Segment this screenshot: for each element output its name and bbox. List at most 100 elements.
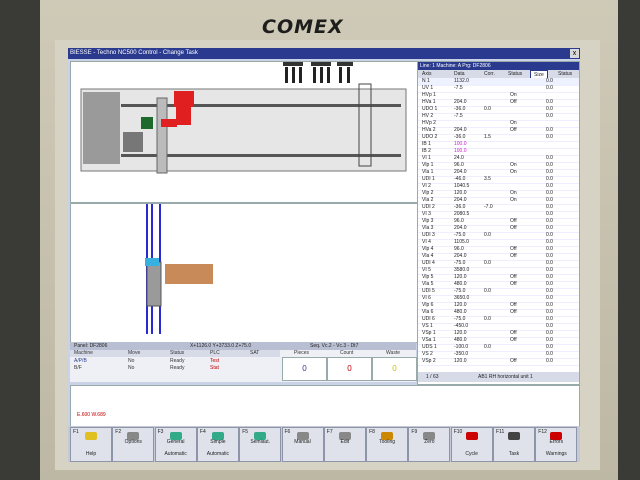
close-button[interactable]: x	[570, 49, 579, 58]
fkey-number: F8	[369, 429, 375, 435]
axis-data-panel: Line: 1 Machine: A Prg: DF2806 Axis Data…	[417, 61, 580, 385]
cell: Vla 5	[422, 281, 434, 287]
cell: Vlp 2	[422, 190, 434, 196]
cell: 0.0	[546, 267, 553, 273]
cell: 480.0	[454, 337, 467, 343]
cell: 0.0	[484, 288, 491, 294]
cell: -100.0	[454, 344, 469, 350]
cell: 120.0	[454, 302, 467, 308]
function-key-bar: F1 Help F2 Options F3 General Automatic F4 Simpl…	[68, 426, 580, 462]
waste-counter[interactable]: 0	[372, 357, 417, 381]
fkey-f11[interactable]: F11 Task	[493, 427, 535, 462]
col-header[interactable]: Corr.	[484, 70, 495, 78]
cell: 0.0	[484, 106, 491, 112]
cell: Off	[510, 358, 517, 364]
cell: -7.0	[484, 204, 493, 210]
col-header[interactable]: Status	[508, 70, 522, 78]
fkey-label: Errors	[549, 439, 564, 445]
axis-panel-title: Line: 1 Machine: A Prg: DF2806	[420, 63, 491, 69]
fkey-f4[interactable]: F4 Simple Automatic	[196, 427, 239, 462]
col-header[interactable]: Status	[558, 70, 572, 78]
cell: 0.0	[546, 351, 553, 357]
cell: HVa 1	[422, 99, 436, 105]
cell: 0.0	[546, 197, 553, 203]
col-header: SAT	[250, 350, 260, 356]
cell: Off	[510, 337, 517, 343]
clamp-3-top	[337, 62, 353, 66]
fkey-f1[interactable]: F1 Help	[70, 427, 112, 462]
cell: 1132.0	[454, 78, 469, 84]
pieces-counter[interactable]: 0	[282, 357, 327, 381]
cell: -75.0	[454, 260, 466, 266]
cell: -450.0	[454, 323, 469, 329]
cell: 0.0	[546, 302, 553, 308]
machine-table-header: Machine Move Status PLC SAT	[70, 350, 280, 357]
col-header[interactable]: Data	[454, 70, 465, 78]
cell: 0.0	[546, 113, 553, 119]
fkey-f8[interactable]: F8 Tooling	[366, 427, 409, 462]
cell: 204.0	[454, 253, 467, 259]
cell: VI 3	[422, 211, 431, 217]
fkey-f3[interactable]: F3 General Automatic	[154, 427, 197, 462]
carriage-left	[156, 97, 168, 174]
machine-side-view	[70, 203, 418, 343]
cell: 0.0	[546, 225, 553, 231]
fkey-label: Tooling	[379, 439, 396, 445]
cell: 3.5	[484, 176, 491, 182]
fkey-f7[interactable]: F7 Edit	[323, 427, 366, 462]
fkey-number: F2	[115, 429, 122, 435]
cell: -75.0	[454, 288, 466, 294]
clamp-pin	[339, 67, 342, 83]
machine-top-view-drawing	[80, 62, 407, 174]
cell: Off	[510, 309, 517, 315]
col-header[interactable]: Axis	[422, 70, 431, 78]
table-row[interactable]: VSp 2 120.0 Off 0.0	[418, 358, 579, 366]
fkey-f12[interactable]: F12 Errors Warnings	[535, 427, 578, 462]
help-icon	[85, 432, 97, 440]
fkey-f10[interactable]: F10 Cycle	[450, 427, 493, 462]
cell: 480.0	[454, 309, 467, 315]
cell: Vla 6	[422, 309, 434, 315]
cell: 0.0	[484, 232, 491, 238]
count-counter[interactable]: 0	[327, 357, 372, 381]
side-spindle-body	[146, 261, 162, 307]
fkey-f6[interactable]: F6 Manual	[281, 427, 324, 462]
fkey-number: F6	[284, 429, 291, 435]
cell: Vla 4	[422, 253, 434, 259]
cell: 0.0	[546, 316, 553, 322]
fkey-number: F1	[73, 429, 79, 435]
cell: VSp 1	[422, 330, 436, 336]
fkey-f2[interactable]: F2 Options	[112, 427, 155, 462]
cell: 204.0	[454, 197, 467, 203]
cell: -75.0	[454, 316, 466, 322]
fkey-number: F7	[326, 429, 333, 435]
cell: UDI 6	[422, 316, 435, 322]
table-row[interactable]: A/P/B No Ready Test	[70, 358, 280, 365]
workpiece-panel	[165, 264, 213, 284]
fkey-f5[interactable]: F5 Semiaut.	[239, 427, 282, 462]
clamp-pin	[292, 67, 295, 83]
fkey-number: F12	[538, 429, 547, 435]
counter-label: Waste	[386, 350, 400, 356]
cell: Off	[510, 281, 517, 287]
cell: On	[510, 197, 517, 203]
fkey-f9[interactable]: F9 Zero	[408, 427, 451, 462]
cell: A/P/B	[74, 358, 87, 364]
cell: 0.0	[546, 134, 553, 140]
cell: 0.0	[484, 344, 491, 350]
cell: 1105.0	[454, 239, 469, 245]
coordinates-readout: X+1126.0 Y+3733.0 Z+75.0	[190, 343, 252, 349]
table-row[interactable]: B/F No Ready Stat	[70, 365, 280, 372]
cell: 0.0	[546, 253, 553, 259]
cell: 0.0	[546, 85, 553, 91]
cell: Vla 3	[422, 225, 434, 231]
cell: 100.0	[454, 148, 467, 154]
fkey-label: Manual	[294, 439, 311, 445]
cell: 0.0	[546, 281, 553, 287]
fkey-label: Simple	[210, 439, 226, 445]
cell: Off	[510, 218, 517, 224]
cell: On	[510, 190, 517, 196]
cell: UDI 5	[422, 288, 435, 294]
col-header: Move	[128, 350, 141, 356]
cell: 0.0	[546, 211, 553, 217]
